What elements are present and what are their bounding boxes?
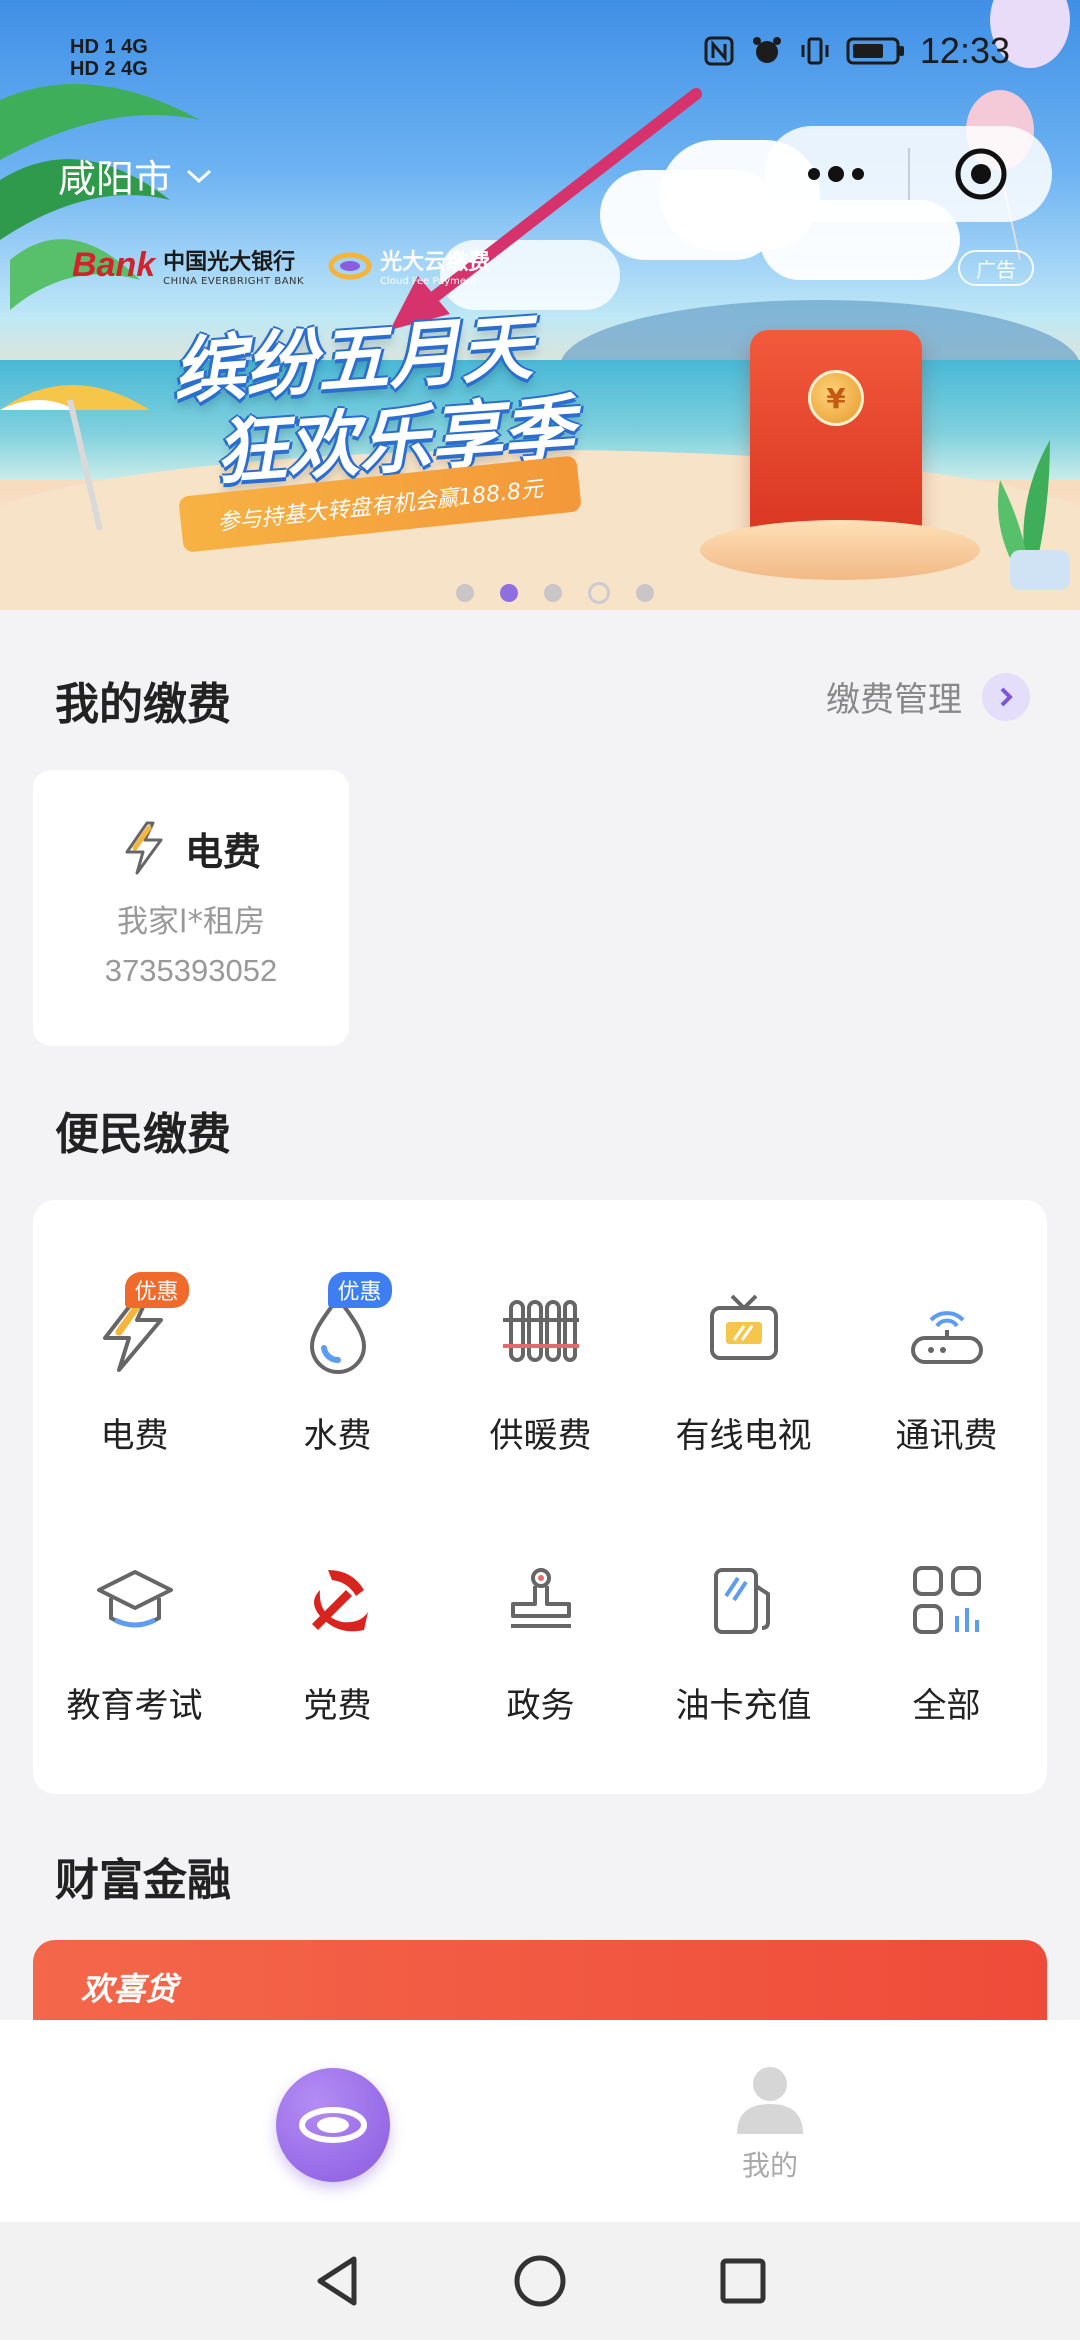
service-label: 政务	[506, 1686, 575, 1726]
bank-brand: Bank 中国光大银行 CHINA EVERBRIGHT BANK	[72, 244, 304, 287]
status-bar: HD 1 4G HD 2 4G 12:33	[0, 30, 1080, 90]
stamp-icon	[510, 1568, 571, 1628]
service-label: 全部	[912, 1686, 981, 1726]
system-navigation-bar	[0, 2222, 1080, 2340]
sim1-signal: HD 1 4G	[70, 36, 148, 58]
all-grid-icon	[912, 1566, 981, 1634]
service-all[interactable]: 全部	[845, 1556, 1048, 1756]
cloud-fee-name-en: Cloud Fee Payment	[380, 276, 477, 287]
router-icon	[910, 1311, 983, 1364]
plant-icon	[998, 440, 1070, 590]
alarm-icon	[752, 37, 781, 63]
service-telecom[interactable]: 通讯费	[845, 1286, 1048, 1486]
ad-tag: 广告	[958, 250, 1034, 286]
back-icon[interactable]	[312, 2253, 362, 2309]
service-fuel-card[interactable]: 油卡充值	[642, 1556, 845, 1756]
service-heating[interactable]: 供暖费	[439, 1286, 642, 1486]
carousel-dot-active[interactable]	[500, 584, 518, 602]
service-label: 党费	[303, 1686, 372, 1726]
coin-icon: ¥	[808, 370, 864, 426]
bill-account-name: 我家l*租房	[116, 904, 266, 940]
bill-account-number: 3735393052	[104, 953, 278, 988]
user-icon	[737, 2067, 803, 2134]
radiator-icon	[502, 1300, 579, 1362]
planet-icon	[299, 2107, 367, 2143]
service-electricity[interactable]: 优惠 电费	[33, 1272, 236, 1486]
target-close-icon	[955, 148, 1007, 200]
party-emblem-icon	[311, 1570, 368, 1632]
service-water[interactable]: 优惠 水费	[236, 1272, 439, 1486]
service-government[interactable]: 政务	[439, 1556, 642, 1756]
tab-mine-label: 我的	[741, 2149, 798, 2182]
carousel-dot[interactable]	[636, 584, 654, 602]
finance-banner-text: 欢喜贷	[81, 1970, 178, 2008]
more-dots-icon	[808, 166, 864, 182]
service-party-dues[interactable]: 党费	[236, 1556, 439, 1756]
carousel-indicator	[456, 582, 654, 604]
recents-square-icon[interactable]	[718, 2256, 768, 2306]
manage-label: 缴费管理	[826, 680, 962, 720]
service-label: 通讯费	[895, 1416, 998, 1456]
chevron-down-icon	[187, 169, 212, 183]
clock: 12:33	[919, 30, 1010, 71]
discount-badge: 优惠	[124, 1272, 189, 1308]
brand-logos: Bank 中国光大银行 CHINA EVERBRIGHT BANK 光大云缴费 …	[72, 244, 490, 287]
bill-card-electricity[interactable]: 电费 我家l*租房 3735393052	[33, 770, 349, 1046]
service-label: 油卡充值	[675, 1686, 812, 1726]
tab-mine[interactable]: 我的	[700, 2064, 840, 2184]
cloud-fee-logo-icon	[328, 252, 372, 279]
fuel-pump-icon	[713, 1568, 770, 1634]
nfc-icon	[704, 36, 734, 66]
bank-logo: Bank	[72, 246, 156, 284]
finance-title: 财富金融	[55, 1855, 231, 1906]
graduation-cap-icon	[96, 1570, 173, 1628]
beach-umbrella-icon	[0, 385, 150, 530]
service-label: 电费	[100, 1416, 169, 1456]
bank-name-cn: 中国光大银行	[163, 250, 296, 275]
bank-name-en: CHINA EVERBRIGHT BANK	[163, 276, 305, 287]
cloud-fee-name-cn: 光大云缴费	[380, 250, 491, 275]
my-payments-title: 我的缴费	[55, 679, 231, 730]
carousel-dot[interactable]	[588, 582, 610, 604]
battery-icon	[846, 37, 904, 65]
tv-icon	[709, 1294, 778, 1360]
chevron-right-icon	[982, 672, 1030, 721]
mini-program-capsule	[764, 126, 1052, 222]
bill-card-title: 电费	[184, 829, 261, 874]
sim2-signal: HD 2 4G	[70, 58, 148, 80]
service-education[interactable]: 教育考试	[33, 1556, 236, 1756]
home-circle-icon[interactable]	[512, 2253, 568, 2309]
discount-badge: 优惠	[327, 1272, 392, 1308]
city-label: 咸阳市	[58, 157, 173, 201]
podium-shape	[700, 520, 980, 580]
carousel-dot[interactable]	[456, 584, 474, 602]
service-label: 教育考试	[66, 1686, 203, 1726]
carousel-dot[interactable]	[544, 584, 562, 602]
vibrate-icon	[801, 37, 829, 65]
more-button[interactable]	[764, 126, 908, 222]
service-label: 水费	[303, 1416, 372, 1456]
close-mini-program-button[interactable]	[910, 126, 1052, 222]
services-grid-card: 优惠 电费 优惠 水费 供暖费 有线电视 通讯费 教育考试 党费 政务 油卡充值…	[33, 1200, 1047, 1794]
service-label: 有线电视	[675, 1416, 812, 1456]
promo-banner[interactable]: ¥ 缤纷五月天 狂欢乐享季 参与持基大转盘有机会赢188.8元 HD 1 4G …	[0, 0, 1080, 610]
city-selector[interactable]: 咸阳市	[58, 148, 212, 203]
status-icons: 12:33	[702, 30, 1010, 72]
signal-indicators: HD 1 4G HD 2 4G	[70, 36, 148, 80]
cloud-fee-brand: 光大云缴费 Cloud Fee Payment	[328, 244, 490, 287]
convenience-title: 便民缴费	[55, 1109, 231, 1160]
service-label: 供暖费	[489, 1416, 592, 1456]
bottom-tab-bar: 我的	[0, 2020, 1080, 2222]
red-envelope-icon: ¥	[750, 330, 922, 550]
pointer-arrow-icon	[390, 88, 702, 330]
lightning-icon	[125, 821, 163, 875]
payment-management-link[interactable]: 缴费管理	[826, 672, 1030, 721]
tab-home[interactable]	[276, 2068, 390, 2182]
finance-banner[interactable]: 欢喜贷	[33, 1940, 1047, 2020]
service-cable-tv[interactable]: 有线电视	[642, 1286, 845, 1486]
